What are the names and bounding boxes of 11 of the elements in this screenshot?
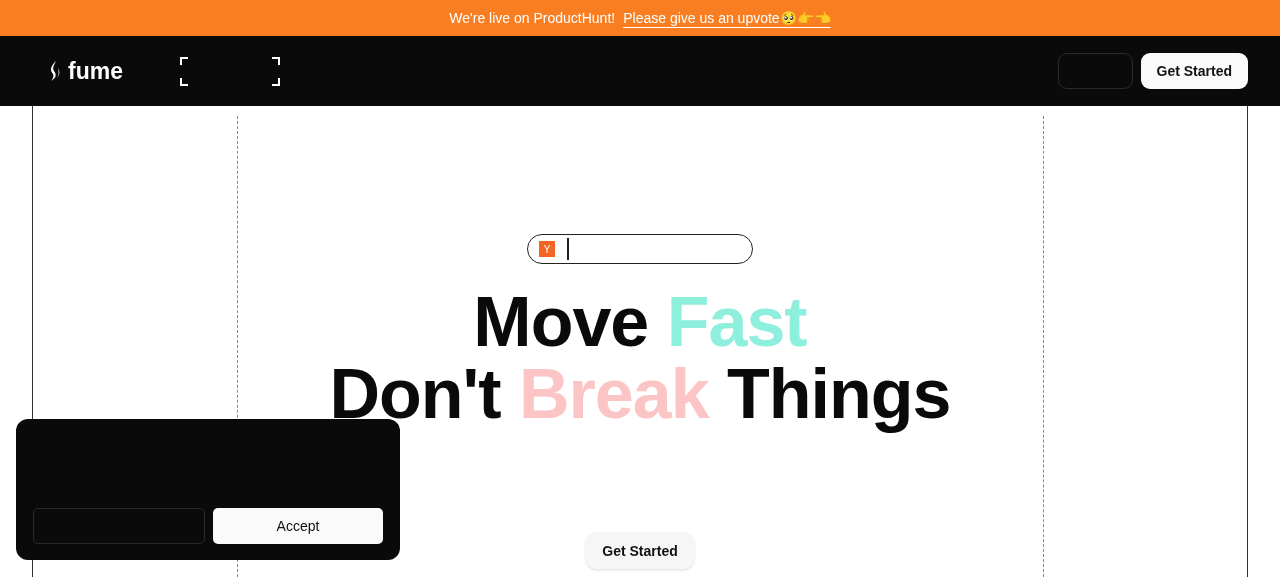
empty-button[interactable] — [1057, 53, 1133, 89]
get-started-button[interactable]: Get Started — [1140, 53, 1248, 89]
get-started-button[interactable]: Get Started — [586, 533, 694, 569]
banner-text: We're live on ProductHunt! — [449, 10, 616, 26]
empty-button[interactable] — [33, 508, 205, 544]
accept-button[interactable]: Accept — [213, 508, 383, 544]
corner-brackets-icon — [179, 56, 280, 86]
y-logo-icon: Y — [539, 241, 555, 257]
flame-icon — [48, 60, 62, 82]
logo-text[interactable]: fume — [68, 57, 123, 85]
headline: Move Fast — [473, 286, 807, 358]
